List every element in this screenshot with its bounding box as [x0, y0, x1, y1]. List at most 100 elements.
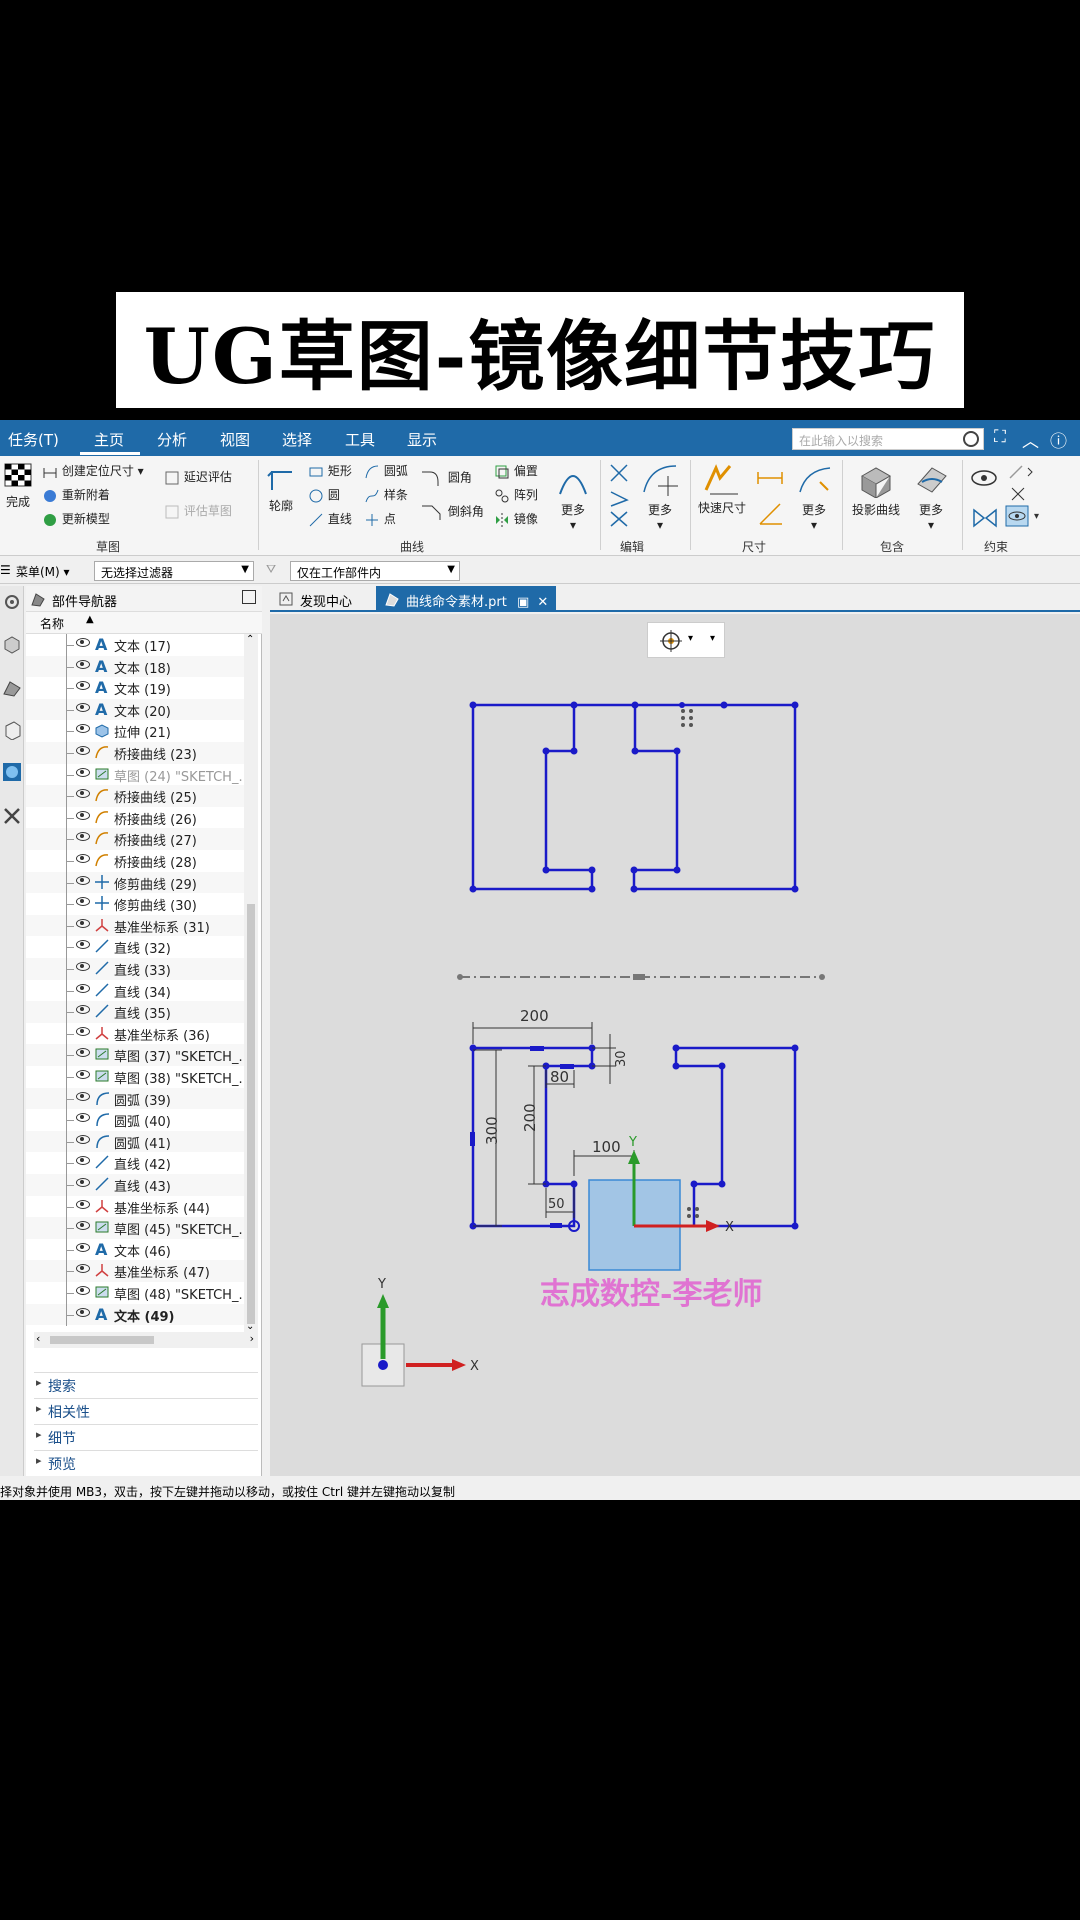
visibility-eye-icon[interactable]	[76, 1178, 90, 1187]
visibility-eye-icon[interactable]	[76, 962, 90, 971]
maximize-icon[interactable]	[242, 590, 256, 604]
dim-300-height[interactable]: 300	[483, 1116, 501, 1145]
type-filter-dropdown[interactable]: 无选择过滤器 ▼	[94, 561, 254, 581]
scope-dropdown[interactable]: 仅在工作部件内 ▼	[290, 561, 460, 581]
visibility-eye-icon[interactable]	[76, 702, 90, 712]
visibility-eye-icon[interactable]	[76, 983, 90, 993]
visibility-eye-icon[interactable]	[76, 746, 90, 755]
profile-button[interactable]: 轮廓	[266, 464, 296, 514]
web-browser-icon[interactable]	[2, 762, 22, 782]
curve-more-button[interactable]: 更多 ▾	[556, 464, 590, 532]
menu-task[interactable]: 任务(T)	[8, 429, 59, 450]
tree-node[interactable]: 修剪曲线 (29)	[26, 871, 244, 894]
tree-node[interactable]: 基准坐标系 (31)	[26, 914, 244, 937]
tree-node[interactable]: 圆弧 (39)	[26, 1087, 244, 1110]
visibility-eye-icon[interactable]	[76, 854, 90, 863]
circle-button[interactable]: 圆	[308, 486, 340, 504]
filter-funnel-icon[interactable]: ⛛	[266, 562, 276, 577]
mirror-button[interactable]: 镜像	[494, 510, 538, 528]
tree-node[interactable]: 草图 (38) "SKETCH_...	[26, 1066, 244, 1088]
fillet-button[interactable]: 圆角	[420, 468, 472, 488]
tree-node[interactable]: 桥接曲线 (28)	[26, 850, 244, 872]
visibility-eye-icon[interactable]	[76, 1026, 90, 1036]
visibility-eye-icon[interactable]	[76, 1113, 90, 1123]
constraint-tools[interactable]: ▾	[970, 462, 1050, 531]
offset-button[interactable]: 偏置	[494, 462, 538, 480]
visibility-eye-icon[interactable]	[76, 940, 90, 950]
tree-node[interactable]: 桥接曲线 (27)	[26, 828, 244, 851]
menu-select[interactable]: 选择	[282, 429, 312, 450]
tree-node[interactable]: 拉伸 (21)	[26, 720, 244, 743]
visibility-eye-icon[interactable]	[76, 918, 90, 928]
visibility-eye-icon[interactable]	[76, 1264, 90, 1274]
array-button[interactable]: 阵列	[494, 486, 538, 504]
scroll-right-icon[interactable]: ›	[250, 1332, 254, 1345]
tree-node[interactable]: 直线 (34)	[26, 979, 244, 1002]
tree-node[interactable]: 直线 (43)	[26, 1174, 244, 1196]
visibility-eye-icon[interactable]	[76, 1199, 90, 1209]
linear-dim-icon[interactable]	[756, 464, 786, 533]
part-navigator-icon[interactable]	[2, 678, 22, 698]
edit-more-button[interactable]: 更多 ▾	[640, 462, 680, 532]
reattach-button[interactable]: 重新附着	[42, 486, 110, 504]
tree-node[interactable]: 圆弧 (41)	[26, 1130, 244, 1153]
help-icon[interactable]: ⓘ	[1050, 427, 1067, 452]
menu-view[interactable]: 视图	[220, 429, 250, 450]
tree-node[interactable]: 直线 (32)	[26, 936, 244, 959]
dim-30-height[interactable]: 30	[614, 1050, 629, 1067]
tree-node[interactable]: 直线 (42)	[26, 1152, 244, 1175]
dim-100-width[interactable]: 100	[592, 1138, 621, 1156]
tools-icon[interactable]	[2, 806, 22, 826]
update-model-button[interactable]: 更新模型	[42, 510, 110, 528]
tree-node[interactable]: 草图 (45) "SKETCH_...	[26, 1217, 244, 1240]
visibility-eye-icon[interactable]	[76, 1134, 90, 1144]
upper-profile-curve[interactable]	[471, 703, 797, 891]
section-search[interactable]: 搜索	[34, 1372, 258, 1396]
visibility-eye-icon[interactable]	[76, 789, 90, 799]
lower-profile-right-curve[interactable]	[674, 1046, 797, 1228]
tree-node[interactable]: A 文本 (17)	[26, 634, 244, 656]
tree-node[interactable]: A 文本 (18)	[26, 655, 244, 678]
visibility-eye-icon[interactable]	[76, 1156, 90, 1166]
main-menu-button[interactable]: 菜单(M) ▾	[16, 563, 70, 580]
visibility-eye-icon[interactable]	[76, 832, 90, 842]
rectangle-button[interactable]: 矩形	[308, 462, 352, 480]
visibility-eye-icon[interactable]	[76, 1005, 90, 1015]
arc-button[interactable]: 圆弧	[364, 462, 408, 480]
dim-80-width[interactable]: 80	[550, 1068, 569, 1086]
delay-eval-button[interactable]: 延迟评估	[164, 468, 232, 486]
visibility-eye-icon[interactable]	[76, 659, 90, 669]
dim-more-button[interactable]: 更多 ▾	[796, 462, 832, 532]
chamfer-button[interactable]: 倒斜角	[420, 502, 484, 522]
tree-node[interactable]: A 文本 (46)	[26, 1238, 244, 1261]
tree-node[interactable]: 草图 (24) "SKETCH_...	[26, 763, 244, 786]
tree-node[interactable]: 修剪曲线 (30)	[26, 893, 244, 916]
menu-analysis[interactable]: 分析	[157, 429, 187, 450]
close-tab-icon[interactable]: ✕	[537, 595, 548, 610]
tree-node[interactable]: 直线 (35)	[26, 1001, 244, 1024]
menu-icon[interactable]: ☰	[0, 563, 11, 577]
tree-node[interactable]: A 文本 (49)	[26, 1303, 244, 1326]
create-dim-button[interactable]: 创建定位尺寸 ▾	[42, 462, 144, 480]
visibility-eye-icon[interactable]	[76, 810, 90, 820]
command-search-input[interactable]: 在此输入以搜索	[792, 428, 984, 450]
tree-node[interactable]: 基准坐标系 (44)	[26, 1195, 244, 1218]
tree-vertical-scrollbar[interactable]: ⌃ ⌄	[244, 634, 258, 1332]
menu-home[interactable]: 主页	[94, 429, 124, 450]
visibility-eye-icon[interactable]	[76, 1221, 90, 1231]
point-button[interactable]: 点	[364, 510, 396, 528]
finish-sketch-button[interactable]: 完成	[2, 462, 34, 510]
visibility-eye-icon[interactable]	[76, 681, 90, 691]
include-more-button[interactable]: 更多 ▾	[914, 462, 948, 532]
scrollbar-thumb[interactable]	[247, 904, 255, 1324]
section-dependencies[interactable]: 相关性	[34, 1398, 258, 1422]
tree-node[interactable]: 桥接曲线 (25)	[26, 785, 244, 808]
line-button[interactable]: 直线	[308, 510, 352, 528]
scroll-up-icon[interactable]: ⌃	[246, 634, 254, 645]
dim-200-width[interactable]: 200	[520, 1007, 549, 1025]
assembly-navigator-icon[interactable]	[2, 634, 22, 654]
tree-node[interactable]: 草图 (37) "SKETCH_...	[26, 1044, 244, 1067]
reuse-library-icon[interactable]	[2, 720, 22, 740]
scroll-down-icon[interactable]: ⌄	[246, 1321, 254, 1332]
tree-node[interactable]: A 文本 (19)	[26, 677, 244, 700]
